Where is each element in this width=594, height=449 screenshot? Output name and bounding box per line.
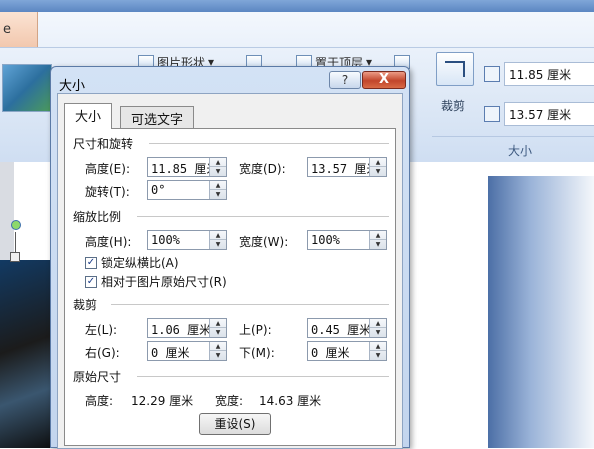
width-spinner-arrows[interactable]: ▲ ▼ <box>369 158 386 176</box>
relative-size-checkbox[interactable]: ✓ 相对于图片原始尺寸(R) <box>85 273 227 290</box>
scale-width-value: 100% <box>311 233 340 247</box>
lock-aspect-check-icon: ✓ <box>85 256 97 269</box>
lock-aspect-checkbox[interactable]: ✓ 锁定纵横比(A) <box>85 254 179 271</box>
ribbon-height-field[interactable]: 11.85 厘米 <box>504 62 594 86</box>
crop-top-value: 0.45 厘米 <box>311 323 369 337</box>
ribbon-left-tab-label: e <box>3 22 11 37</box>
section-divider <box>149 143 389 144</box>
size-tab-panel: 尺寸和旋转 高度(E): 11.85 厘米 ▲▼ 宽度(D): 13.57 厘米… <box>64 128 396 446</box>
scale-width-label: 宽度(W): <box>239 235 289 249</box>
scale-height-value: 100% <box>151 233 180 247</box>
crop-bottom-label: 下(M): <box>239 346 275 360</box>
original-width-value: 14.63 厘米 <box>259 394 322 408</box>
help-button[interactable]: ? <box>329 71 361 89</box>
crop-top-spinner[interactable]: 0.45 厘米 ▲ ▼ <box>307 318 387 338</box>
original-height-value: 12.29 厘米 <box>131 394 194 408</box>
section-divider <box>137 376 389 377</box>
tab-size[interactable]: 大小 <box>64 103 113 129</box>
ribbon-left-tab[interactable]: e <box>0 12 38 48</box>
crop-top-label: 上(P): <box>239 323 272 337</box>
rotate-value: 0° <box>151 183 166 197</box>
scale-width-spinner-arrows[interactable]: ▲ ▼ <box>369 231 386 249</box>
rotate-spinner[interactable]: 0° ▲ ▼ <box>147 180 227 200</box>
scale-width-spinner[interactable]: 100% ▲ ▼ <box>307 230 387 250</box>
crop-left-value: 1.06 厘米 <box>151 323 209 337</box>
crop-left-label: 左(L): <box>85 323 118 337</box>
shape-width-icon <box>484 106 500 122</box>
scale-height-spinner[interactable]: 100% ▲ ▼ <box>147 230 227 250</box>
rotation-handle-line <box>15 232 16 254</box>
resize-handle-top-left[interactable] <box>10 252 20 262</box>
rotation-handle[interactable] <box>11 220 21 230</box>
original-width-label: 宽度: <box>215 394 244 408</box>
relative-size-label: 相对于图片原始尺寸(R) <box>101 275 227 289</box>
ribbon-height-row: 11.85 厘米 <box>484 60 594 88</box>
crop-label: 裁剪 <box>441 99 466 113</box>
picture-style-thumbnail[interactable] <box>2 64 52 112</box>
relative-size-check-icon: ✓ <box>85 275 97 288</box>
dialog-body: 大小 可选文字 尺寸和旋转 高度(E): 11.85 厘米 ▲▼ 宽度(D): … <box>57 93 403 449</box>
crop-right-label: 右(G): <box>85 346 120 360</box>
crop-left-spinner[interactable]: 1.06 厘米 ▲ ▼ <box>147 318 227 338</box>
width-spinner[interactable]: 13.57 厘米 ▲▼ <box>307 157 387 177</box>
crop-title: 裁剪 <box>73 298 98 312</box>
scale-height-label: 高度(H): <box>85 235 132 249</box>
original-height-label: 高度: <box>85 394 114 408</box>
section-divider <box>111 304 389 305</box>
height-value: 11.85 厘米 <box>151 162 209 176</box>
shape-height-icon <box>484 66 500 82</box>
ribbon-group-divider <box>432 136 594 137</box>
width-label: 宽度(D): <box>239 162 286 176</box>
ribbon-width-field[interactable]: 13.57 厘米 <box>504 102 594 126</box>
crop-right-spinner[interactable]: 0 厘米 ▲ ▼ <box>147 341 227 361</box>
section-divider <box>137 216 389 217</box>
crop-top-spinner-arrows[interactable]: ▲ ▼ <box>369 319 386 337</box>
size-group-label: 大小 <box>507 144 532 158</box>
height-label: 高度(E): <box>85 162 130 176</box>
crop-bottom-spinner[interactable]: 0 厘米 ▲ ▼ <box>307 341 387 361</box>
rotate-label: 旋转(T): <box>85 185 130 199</box>
size-rotate-title: 尺寸和旋转 <box>73 137 134 151</box>
size-dialog: 大小 ? X 大小 可选文字 尺寸和旋转 高度(E): 11.85 厘米 ▲▼ … <box>50 66 410 449</box>
lock-aspect-label: 锁定纵横比(A) <box>101 256 179 270</box>
width-value: 13.57 厘米 <box>311 162 369 176</box>
ribbon-separator <box>0 47 594 48</box>
ribbon-width-row: 13.57 厘米 <box>484 100 594 128</box>
original-size-title: 原始尺寸 <box>73 370 122 384</box>
crop-button[interactable] <box>436 52 474 86</box>
crop-right-spinner-arrows[interactable]: ▲ ▼ <box>209 342 226 360</box>
dialog-title: 大小 <box>59 79 86 94</box>
tab-alt-text[interactable]: 可选文字 <box>120 106 195 128</box>
slide-background <box>488 176 594 448</box>
close-button[interactable]: X <box>362 71 406 89</box>
height-spinner-arrows[interactable]: ▲ ▼ <box>209 158 226 176</box>
height-spinner[interactable]: 11.85 厘米 ▲▼ <box>147 157 227 177</box>
scale-height-spinner-arrows[interactable]: ▲ ▼ <box>209 231 226 249</box>
reset-button[interactable]: 重设(S) <box>199 413 271 435</box>
crop-bottom-value: 0 厘米 <box>311 346 350 360</box>
scale-title: 缩放比例 <box>73 210 122 224</box>
rotate-spinner-arrows[interactable]: ▲ ▼ <box>209 181 226 199</box>
crop-left-spinner-arrows[interactable]: ▲ ▼ <box>209 319 226 337</box>
crop-right-value: 0 厘米 <box>151 346 190 360</box>
crop-bottom-spinner-arrows[interactable]: ▲ ▼ <box>369 342 386 360</box>
title-bar <box>0 0 594 12</box>
